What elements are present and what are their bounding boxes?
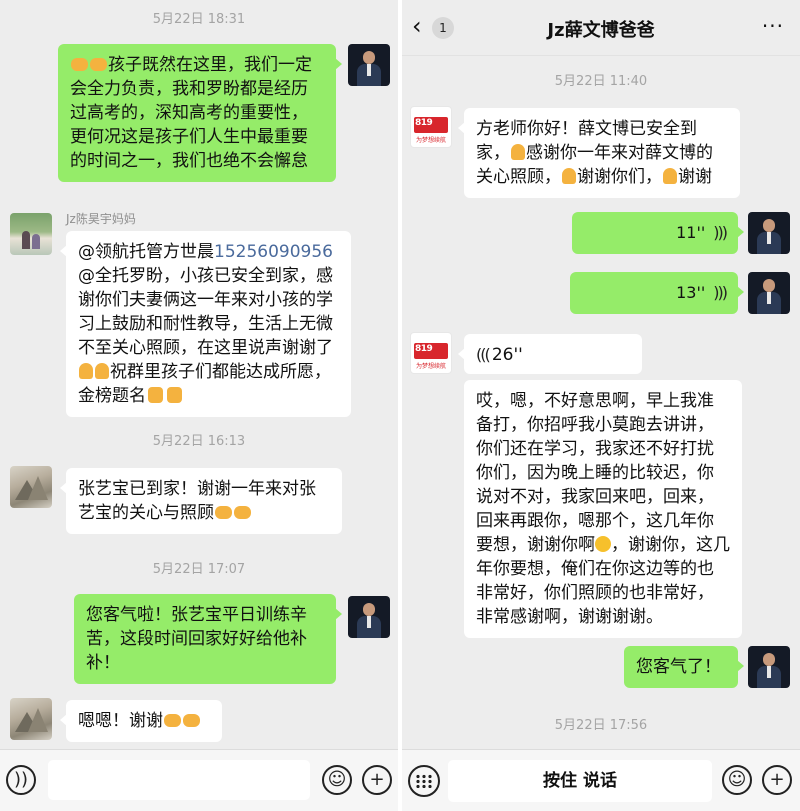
voice-wave-icon: ))) (713, 283, 728, 302)
emoji-icon: ☺ (727, 769, 747, 790)
avatar[interactable] (748, 212, 790, 254)
avatar-text: 819 (415, 344, 433, 354)
message-bubble[interactable]: 孩子既然在这里，我们一定会全力负责，我和罗盼都是经历过高考的，深知高考的重要性，… (58, 44, 342, 182)
pray-icon (511, 144, 525, 160)
message-text: 嗯嗯！谢谢 (78, 711, 163, 731)
handshake-icon (215, 506, 232, 519)
avatar-subtext: 为梦想续航 (416, 363, 447, 370)
plus-icon: + (769, 769, 785, 790)
mention-text: @领航托管方世晨 (78, 242, 214, 262)
keyboard-icon (415, 774, 433, 788)
voice-toggle-button[interactable]: )) (6, 765, 36, 795)
message-bubble[interactable]: 您客气啦！张艺宝平日训练辛苦，这段时间回家好好给他补补！ (74, 594, 342, 684)
plus-button[interactable]: + (362, 765, 392, 795)
keyboard-toggle-button[interactable] (408, 765, 440, 797)
fist-icon (167, 387, 182, 403)
avatar[interactable] (748, 272, 790, 314)
message-input[interactable] (48, 760, 310, 800)
voice-message[interactable]: 11''))) (572, 212, 744, 254)
pray-icon (79, 363, 93, 379)
avatar[interactable] (348, 596, 390, 638)
avatar[interactable] (10, 213, 52, 255)
avatar-subtext: 为梦想续航 (416, 137, 447, 144)
message-bubble[interactable]: @领航托管方世晨15256090956 @全托罗盼，小孩已安全到家，感谢你们夫妻… (60, 231, 351, 417)
more-icon[interactable]: ··· (762, 14, 784, 38)
message-bubble[interactable]: 哎，嗯，不好意思啊，早上我准备打，你招呼我小莫跑去讲讲，你们还在学习，我家还不好… (464, 380, 742, 638)
voice-duration: 11'' (676, 223, 706, 242)
pray-icon (95, 363, 109, 379)
message-bubble[interactable]: 您客气了！ (624, 646, 744, 688)
sender-name: Jz陈昊宇妈妈 (66, 212, 136, 226)
avatar[interactable] (348, 44, 390, 86)
timestamp: 5月22日 16:13 (152, 434, 246, 449)
voice-duration: 26'' (491, 345, 523, 365)
avatar[interactable] (748, 646, 790, 688)
voice-message[interactable]: ((( 26'' (458, 334, 642, 374)
avatar[interactable] (10, 698, 52, 740)
pray-icon (562, 168, 576, 184)
timestamp: 5月22日 11:40 (554, 74, 648, 89)
input-bar: )) ☺ + (0, 749, 398, 811)
timestamp: 5月22日 18:31 (152, 12, 246, 27)
message-text: 哎，嗯，不好意思啊，早上我准备打，你招呼我小莫跑去讲讲，你们还在学习，我家还不好… (476, 391, 714, 555)
message-text: 张艺宝已到家！谢谢一年来对张艺宝的关心与照顾 (78, 479, 316, 523)
message-bubble[interactable]: 嗯嗯！谢谢 (60, 700, 222, 742)
chat-header: ‹ 1 Jz薛文博爸爸 ··· (402, 0, 800, 56)
emoji-icon: ☺ (327, 769, 347, 790)
message-text: 谢谢 (678, 167, 712, 187)
message-text: @全托罗盼，小孩已安全到家，感谢你们夫妻俩这一年来对小孩的学习上鼓励和耐性教导，… (78, 266, 333, 358)
input-bar: 按住 说话 ☺ + (402, 749, 800, 811)
handshake-icon (90, 58, 107, 71)
left-chat-panel: 5月22日 18:31 孩子既然在这里，我们一定会全力负责，我和罗盼都是经历过高… (0, 0, 398, 811)
emoji-button[interactable]: ☺ (722, 765, 752, 795)
message-text: 您客气啦！张艺宝平日训练辛苦，这段时间回家好好给他补补！ (86, 605, 307, 673)
avatar[interactable]: 819 为梦想续航 (410, 332, 452, 374)
voice-wave-icon: ))) (713, 223, 728, 242)
voice-duration: 13'' (676, 283, 706, 302)
avatar-text: 819 (415, 118, 433, 128)
handshake-icon (183, 714, 200, 727)
plus-button[interactable]: + (762, 765, 792, 795)
message-text: 祝群里孩子们都能达成所愿，金榜题名 (78, 362, 331, 406)
voice-message[interactable]: 13''))) (570, 272, 744, 314)
fist-icon (148, 387, 163, 403)
voice-wave-icon: ((( (476, 345, 492, 364)
pray-icon (663, 168, 677, 184)
phone-link[interactable]: 15256090956 (214, 242, 333, 262)
emoji-button[interactable]: ☺ (322, 765, 352, 795)
message-bubble[interactable]: 方老师你好！薛文博已安全到家， 感谢你一年来对薛文博的关心照顾， 谢谢你们， 谢谢 (458, 108, 740, 198)
timestamp: 5月22日 17:07 (152, 562, 246, 577)
grin-icon (595, 536, 611, 552)
voice-icon: )) (13, 769, 29, 790)
hold-to-talk-button[interactable]: 按住 说话 (448, 760, 712, 802)
avatar[interactable] (10, 466, 52, 508)
message-text: 孩子既然在这里，我们一定会全力负责，我和罗盼都是经历过高考的，深知高考的重要性，… (70, 55, 312, 171)
plus-icon: + (369, 769, 385, 790)
handshake-icon (234, 506, 251, 519)
avatar[interactable]: 819 为梦想续航 (410, 106, 452, 148)
handshake-icon (71, 58, 88, 71)
handshake-icon (164, 714, 181, 727)
message-text: 谢谢你们， (577, 167, 662, 187)
timestamp: 5月22日 17:56 (554, 718, 648, 733)
message-bubble[interactable]: 张艺宝已到家！谢谢一年来对张艺宝的关心与照顾 (60, 468, 342, 534)
right-chat-panel: ‹ 1 Jz薛文博爸爸 ··· 5月22日 11:40 819 为梦想续航 方老… (402, 0, 800, 811)
message-text: 谢谢你啊 (527, 535, 595, 555)
chat-title: Jz薛文博爸爸 (547, 20, 655, 41)
message-text: 您客气了！ (636, 657, 721, 677)
